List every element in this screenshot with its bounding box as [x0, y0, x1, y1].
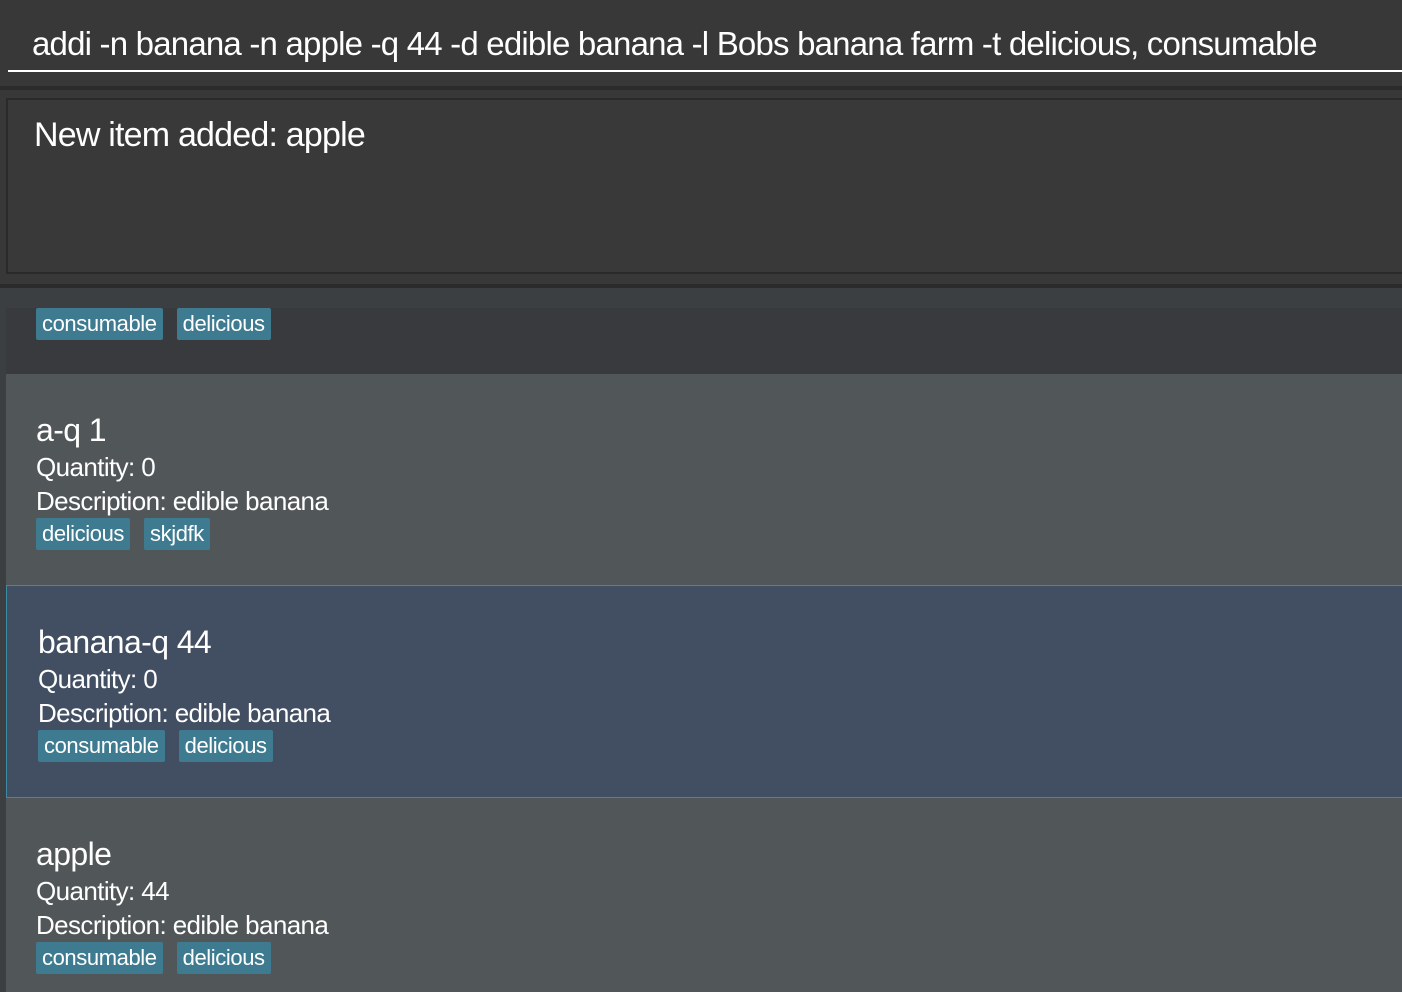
tag: delicious: [36, 518, 131, 550]
tag-list: consumable delicious: [36, 942, 271, 974]
tag: consumable: [36, 942, 163, 974]
result-message: New item added: apple: [34, 116, 366, 154]
item-name: a-q 1: [36, 412, 107, 448]
item-description: Description: edible banana: [36, 910, 329, 940]
item-description: Description: edible banana: [36, 486, 329, 516]
tag: delicious: [176, 942, 271, 974]
item-quantity: Quantity: 44: [36, 876, 170, 906]
item-list[interactable]: consumable delicious a-q 1 Quantity: 0 D…: [0, 288, 1402, 992]
tag-list: delicious skjdfk: [36, 518, 210, 550]
app-window: New item added: apple consumable delicio…: [0, 0, 1402, 992]
tag-list: consumable delicious: [38, 730, 273, 762]
command-bar: [0, 0, 1402, 86]
result-display-area: New item added: apple: [0, 90, 1402, 286]
list-item[interactable]: a-q 1 Quantity: 0 Description: edible ba…: [6, 374, 1402, 586]
tag: consumable: [38, 730, 165, 762]
tag: delicious: [178, 730, 273, 762]
list-item-partial[interactable]: consumable delicious: [6, 308, 1402, 374]
item-name: banana-q 44: [38, 624, 212, 660]
command-input[interactable]: [8, 0, 1402, 72]
list-item-selected[interactable]: banana-q 44 Quantity: 0 Description: edi…: [6, 585, 1402, 798]
item-quantity: Quantity: 0: [36, 452, 156, 482]
tag-list: consumable delicious: [36, 308, 271, 340]
tag: consumable: [36, 308, 163, 340]
item-name: apple: [36, 836, 112, 872]
item-quantity: Quantity: 0: [38, 664, 158, 694]
tag: delicious: [176, 308, 271, 340]
tag: skjdfk: [144, 518, 210, 550]
list-item[interactable]: apple Quantity: 44 Description: edible b…: [6, 798, 1402, 992]
result-display[interactable]: New item added: apple: [6, 98, 1402, 274]
item-description: Description: edible banana: [38, 698, 331, 728]
